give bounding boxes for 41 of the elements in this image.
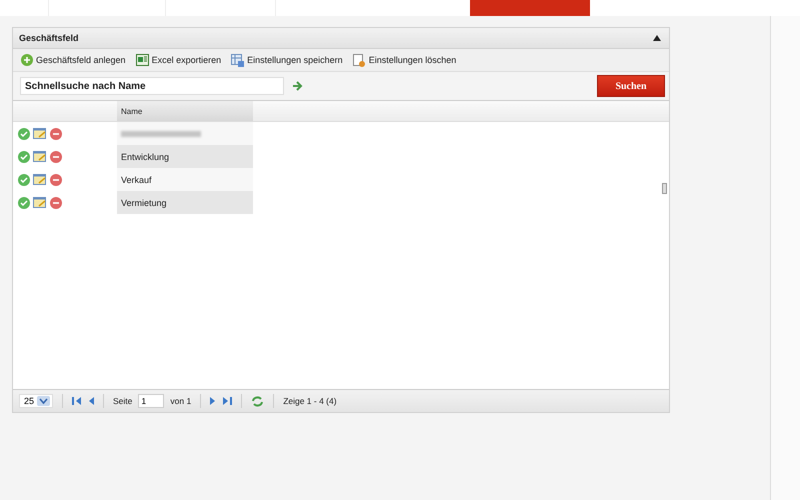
panel-title: Geschäftsfeld <box>19 33 79 43</box>
edit-window-icon[interactable] <box>33 128 47 140</box>
table-cell: Entwicklung <box>121 152 170 162</box>
refresh-icon[interactable] <box>251 396 264 406</box>
column-header[interactable]: Name <box>117 101 253 121</box>
toolbar-button[interactable]: Einstellungen löschen <box>352 54 456 66</box>
resize-handle[interactable] <box>662 183 667 194</box>
page-count: von 1 <box>170 396 192 406</box>
plus-circle-icon <box>21 54 33 66</box>
edit-window-icon[interactable] <box>33 150 47 162</box>
chevron-down-icon <box>37 396 50 406</box>
check-circle-icon[interactable] <box>18 174 30 186</box>
edit-window-icon[interactable] <box>33 174 47 186</box>
check-circle-icon[interactable] <box>18 196 30 208</box>
first-page-icon[interactable] <box>72 396 82 406</box>
page-label: Seite <box>113 396 132 406</box>
table-icon <box>231 54 244 66</box>
check-circle-icon[interactable] <box>18 150 30 162</box>
collapse-icon[interactable] <box>653 35 661 41</box>
check-circle-icon[interactable] <box>18 128 30 140</box>
search-field[interactable]: Schnellsuche nach Name <box>20 77 284 95</box>
page-field[interactable]: 1 <box>138 394 164 408</box>
search-button[interactable]: Suchen <box>597 75 665 97</box>
previous-page-icon[interactable] <box>88 396 94 406</box>
edit-window-icon[interactable] <box>33 196 47 208</box>
table-cell: Vermietung <box>121 198 167 208</box>
document-icon <box>352 54 366 66</box>
minus-circle-icon[interactable] <box>50 128 62 140</box>
record-summary: Zeige 1 - 4 (4) <box>283 396 337 406</box>
arrow-icon[interactable] <box>292 81 304 91</box>
page-size-select[interactable]: 25 <box>19 394 54 408</box>
minus-circle-icon[interactable] <box>50 196 62 208</box>
minus-circle-icon[interactable] <box>50 174 62 186</box>
minus-circle-icon[interactable] <box>50 150 62 162</box>
toolbar-button[interactable]: Excel exportieren <box>136 54 222 66</box>
next-page-icon[interactable] <box>210 396 216 406</box>
toolbar-button[interactable]: Einstellungen speichern <box>231 54 343 66</box>
last-page-icon[interactable] <box>222 396 232 406</box>
toolbar-button[interactable]: Geschäftsfeld anlegen <box>21 54 126 66</box>
spreadsheet-icon <box>136 54 149 66</box>
table-cell: Verkauf <box>121 174 152 184</box>
